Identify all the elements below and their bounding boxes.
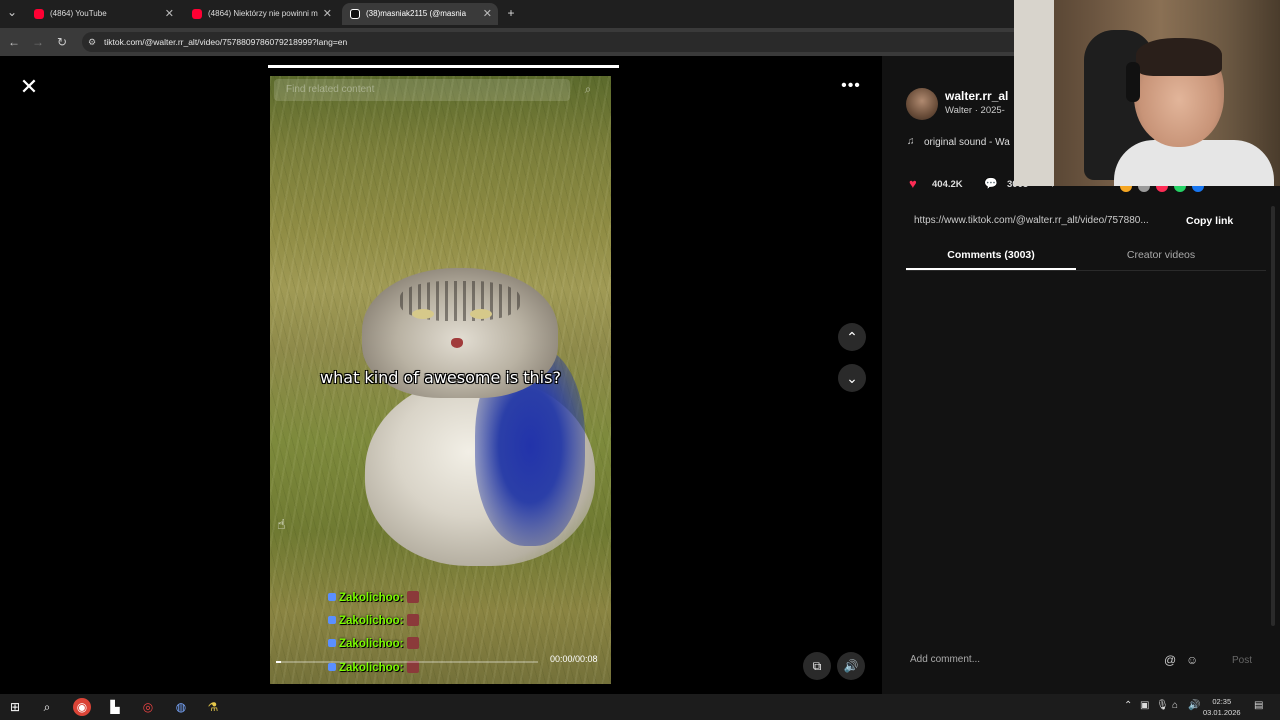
- video-progress-bar[interactable]: [276, 661, 538, 663]
- previous-video-button[interactable]: ⌃: [838, 323, 866, 351]
- float-player-icon[interactable]: ⧉: [803, 652, 831, 680]
- url-text: tiktok.com/@walter.rr_alt/video/75788097…: [104, 37, 348, 47]
- tab-creator-videos[interactable]: Creator videos: [1076, 249, 1246, 261]
- clock[interactable]: 02:35 03.01.2026: [1203, 696, 1241, 718]
- badge-icon: [328, 593, 336, 601]
- video-time: 00:00/00:08: [550, 654, 598, 664]
- tab-title: (38)masniak2115 (@masnia: [366, 9, 467, 18]
- emote-icon: [406, 591, 419, 603]
- tab-youtube[interactable]: (4864) YouTube ✕: [26, 3, 180, 25]
- emote-icon: [406, 614, 419, 626]
- chevron-up-icon[interactable]: ⌃: [1124, 700, 1132, 711]
- app-icon[interactable]: ▙: [106, 698, 124, 716]
- plus-icon[interactable]: +: [503, 5, 519, 21]
- tab-title: (4864) Niektórzy nie powinni m: [208, 9, 318, 18]
- tiktok-icon: [350, 9, 360, 19]
- cat-eye-left: [412, 309, 434, 319]
- close-tab-icon[interactable]: ✕: [323, 3, 332, 25]
- badge-icon: [328, 616, 336, 624]
- chat-line: Zakolichoo:: [328, 591, 419, 604]
- volume-icon[interactable]: 🔊: [837, 652, 865, 680]
- scrollbar[interactable]: [1271, 206, 1275, 626]
- link-row: https://www.tiktok.com/@walter.rr_alt/vi…: [906, 210, 1266, 232]
- clock-date: 03.01.2026: [1203, 708, 1241, 717]
- chat-line: Zakolichoo:: [328, 614, 419, 627]
- tab-youtube-video[interactable]: (4864) Niektórzy nie powinni m ✕: [184, 3, 338, 25]
- author-subline: Walter · 2025-: [945, 105, 1005, 116]
- tab-title: (4864) YouTube: [50, 9, 107, 18]
- close-icon[interactable]: ✕: [18, 76, 40, 98]
- webcam-wall: [1014, 0, 1054, 186]
- reload-icon[interactable]: ↻: [54, 34, 70, 50]
- microphone-icon[interactable]: 🎙: [1156, 700, 1169, 711]
- badge-icon: [328, 663, 336, 671]
- tab-search-icon[interactable]: ⌄: [4, 4, 20, 20]
- taskbar: ⊞ ⌕ ◉ ▙ ◎ ◍ ⚗ ⌃ ▣ 🎙 ⌂ 🔊 02:35 03.01.2026…: [0, 694, 1280, 720]
- more-options-icon[interactable]: •••: [838, 78, 864, 98]
- app-icon[interactable]: ◍: [172, 698, 190, 716]
- webcam-shirt: [1114, 140, 1274, 186]
- video-viewer: ✕ Find related content ⌕ what kind of aw…: [0, 56, 882, 694]
- webcam-hair: [1136, 38, 1222, 76]
- emote-icon: [406, 637, 419, 649]
- related-search-input[interactable]: Find related content: [274, 79, 570, 101]
- network-icon[interactable]: ⌂: [1172, 700, 1178, 711]
- notification-icon[interactable]: ▤: [1254, 700, 1263, 711]
- top-progress-bar: [268, 65, 619, 68]
- tab-comments[interactable]: Comments (3003): [906, 249, 1076, 261]
- app-icon[interactable]: ⚗: [204, 698, 222, 716]
- search-placeholder: Find related content: [286, 84, 375, 95]
- tray-app-icon[interactable]: ▣: [1140, 700, 1149, 711]
- webcam-overlay: [1014, 0, 1280, 186]
- windows-start-icon[interactable]: ⊞: [6, 698, 24, 716]
- music-note-icon: ♫: [907, 136, 915, 147]
- forward-arrow-icon[interactable]: →: [30, 34, 46, 50]
- copy-link-button[interactable]: Copy link: [1186, 215, 1233, 227]
- mention-icon[interactable]: @: [1164, 653, 1176, 667]
- close-tab-icon[interactable]: ✕: [165, 3, 174, 25]
- post-button[interactable]: Post: [1232, 655, 1252, 666]
- video-caption: what kind of awesome is this?: [320, 368, 561, 387]
- avatar[interactable]: [906, 88, 938, 120]
- video-link[interactable]: https://www.tiktok.com/@walter.rr_alt/vi…: [914, 215, 1149, 226]
- headset-icon: [1126, 62, 1140, 102]
- tab-tiktok[interactable]: (38)masniak2115 (@masnia ✕: [342, 3, 498, 25]
- cat-nose: [451, 338, 463, 348]
- comment-icon[interactable]: 💬: [984, 178, 998, 190]
- search-icon[interactable]: ⌕: [38, 698, 56, 716]
- close-tab-icon[interactable]: ✕: [483, 3, 492, 25]
- video-player[interactable]: Find related content ⌕ what kind of awes…: [270, 76, 611, 684]
- next-video-button[interactable]: ⌄: [838, 364, 866, 392]
- username[interactable]: walter.rr_al: [945, 89, 1008, 103]
- chrome-icon[interactable]: ◉: [73, 698, 91, 716]
- heart-icon[interactable]: ♥: [909, 177, 917, 190]
- video-progress-fill: [276, 661, 282, 663]
- search-icon[interactable]: ⌕: [578, 79, 598, 99]
- clock-time: 02:35: [1212, 697, 1232, 706]
- chat-line: Zakolichoo:: [328, 637, 419, 650]
- youtube-icon: [34, 9, 44, 19]
- volume-icon[interactable]: 🔊: [1188, 700, 1200, 711]
- app-icon[interactable]: ◎: [139, 698, 157, 716]
- like-count: 404.2K: [932, 179, 963, 190]
- emoji-icon[interactable]: ☺: [1186, 653, 1198, 667]
- cat-eye-right: [470, 309, 492, 319]
- youtube-icon: [192, 9, 202, 19]
- active-tab-underline: [906, 268, 1076, 270]
- back-arrow-icon[interactable]: ←: [6, 34, 22, 50]
- badge-icon: [328, 639, 336, 647]
- sound-name[interactable]: original sound - Wa: [924, 137, 1010, 148]
- panel-tabs: Comments (3003) Creator videos: [906, 244, 1266, 271]
- comment-input[interactable]: Add comment...: [910, 654, 980, 665]
- site-info-icon[interactable]: ⚙: [88, 37, 98, 47]
- hand-cursor-icon: ☝: [277, 516, 286, 532]
